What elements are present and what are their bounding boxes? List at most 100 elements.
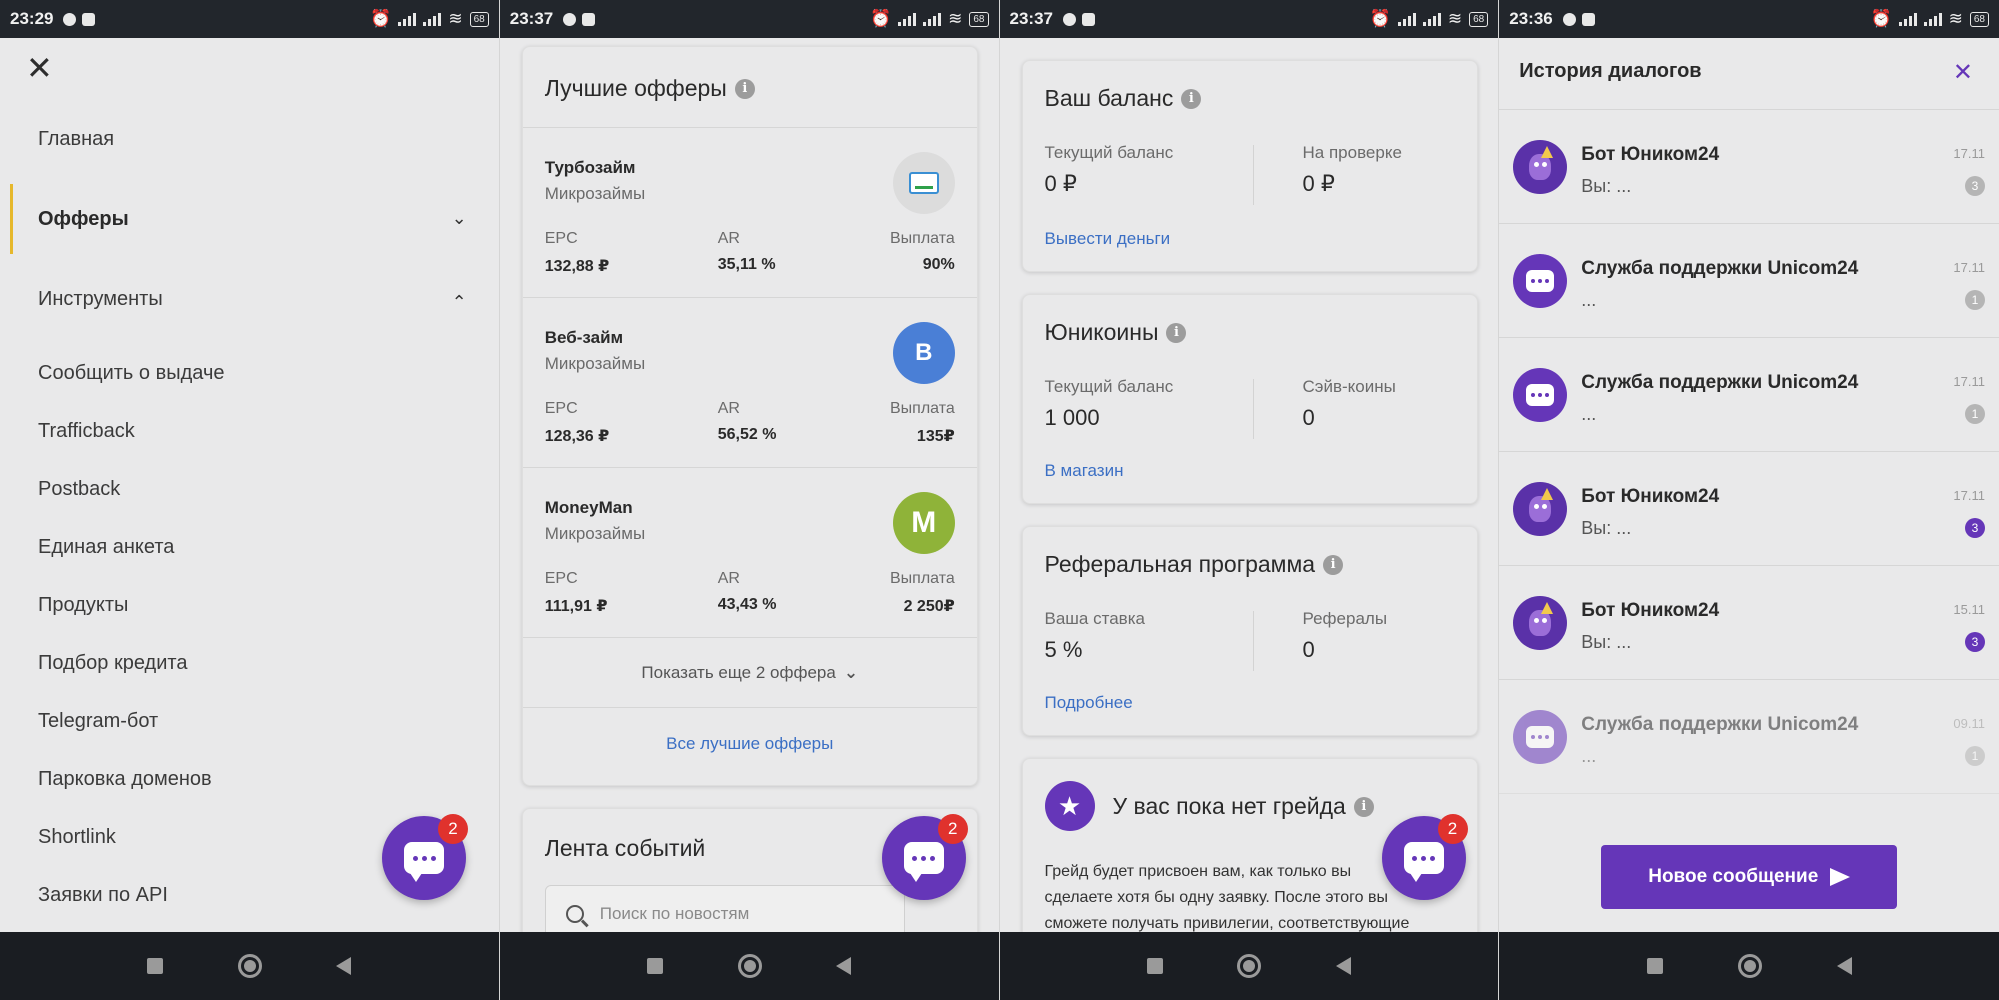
menu-item-form[interactable]: Единая анкета (38, 536, 174, 559)
offer-name: MoneyMan (544, 498, 633, 517)
menu-item-offers[interactable]: Офферы (38, 208, 129, 231)
bot-avatar (1513, 596, 1568, 650)
close-icon[interactable]: ✕ (1953, 58, 1973, 87)
menu-item-home[interactable]: Главная (38, 128, 114, 151)
support-avatar (1513, 368, 1568, 422)
dialog-item[interactable]: Служба поддержки Unicom24 ... 17.11 1 (1499, 338, 1999, 452)
all-offers-link[interactable]: Все лучшие офферы (666, 734, 833, 754)
dialog-item[interactable]: Бот Юником24 Вы: ... 17.11 3 (1499, 452, 1999, 566)
ar-value: 43,43 % (717, 596, 777, 613)
unread-count-badge: 1 (1965, 290, 1985, 310)
dialog-preview: ... (1581, 290, 1597, 310)
unread-count-badge: 3 (1965, 176, 1985, 196)
signal-icon (898, 12, 917, 26)
epc-label: EPC (544, 570, 578, 587)
dialog-item[interactable]: Служба поддержки Unicom24 ... 17.11 1 (1499, 224, 1999, 338)
ar-value: 56,52 % (717, 426, 777, 443)
close-icon[interactable]: ✕ (26, 52, 53, 84)
save-coins-value: 0 (1302, 405, 1315, 430)
dialog-name: Служба поддержки Unicom24 (1581, 258, 1859, 279)
dialog-item[interactable]: Бот Юником24 Вы: ... 15.11 3 (1499, 566, 1999, 680)
ar-label: AR (717, 230, 740, 247)
battery-icon: 68 (1969, 11, 1989, 27)
best-offers-card: Лучшие офферы i Турбозайм Микрозаймы EPC… (521, 46, 978, 786)
menu-item-api[interactable]: Заявки по API (38, 884, 168, 907)
menu-item-domains[interactable]: Парковка доменов (38, 768, 212, 791)
battery-icon: 68 (969, 11, 989, 27)
chat-fab-button[interactable]: 2 (881, 814, 968, 900)
dialog-item[interactable]: Бот Юником24 Вы: ... 17.11 3 (1499, 110, 1999, 224)
active-marker (10, 184, 13, 254)
chat-fab-button[interactable]: 2 (1381, 814, 1468, 900)
chat-icon (1526, 384, 1555, 406)
recent-apps-icon[interactable] (1646, 958, 1663, 974)
signal-icon (1898, 12, 1917, 26)
home-icon[interactable] (1237, 954, 1262, 978)
feed-title: Лента событий (544, 835, 706, 861)
info-icon[interactable]: i (1181, 88, 1202, 109)
support-avatar (1513, 254, 1568, 308)
info-icon[interactable]: i (1323, 554, 1344, 575)
back-icon[interactable] (336, 957, 352, 975)
dialog-date: 15.11 (1953, 602, 1985, 617)
menu-item-trafficback[interactable]: Trafficback (38, 420, 135, 443)
dialog-item[interactable]: Служба поддержки Unicom24 ... 09.11 1 (1499, 680, 1999, 794)
chevron-up-icon[interactable]: ⌃ (452, 292, 467, 313)
payout-value: 90% (922, 256, 955, 273)
back-icon[interactable] (1335, 957, 1351, 975)
history-title: История диалогов (1519, 60, 1702, 82)
status-time: 23:37 (509, 9, 554, 28)
menu-item-postback[interactable]: Postback (38, 478, 120, 501)
current-balance-label: Текущий баланс (1044, 143, 1174, 162)
search-input[interactable]: Поиск по новостям (544, 885, 905, 932)
unread-count-badge: 1 (1965, 404, 1985, 424)
info-icon[interactable]: i (1353, 796, 1374, 817)
support-avatar (1513, 710, 1568, 764)
withdraw-link[interactable]: Вывести деньги (1045, 229, 1171, 249)
chevron-down-icon[interactable]: ⌄ (452, 208, 467, 229)
payout-label: Выплата (889, 400, 955, 417)
unread-count-badge: 1 (1965, 746, 1985, 766)
dialog-preview: Вы: ... (1581, 176, 1632, 196)
rate-label: Ваша ставка (1044, 609, 1145, 628)
home-icon[interactable] (1737, 954, 1762, 978)
menu-item-shortlink[interactable]: Shortlink (38, 826, 116, 849)
back-icon[interactable] (836, 957, 852, 975)
offer-row[interactable]: Турбозайм Микрозаймы EPC AR Выплата 132,… (522, 127, 977, 297)
offer-row[interactable]: MoneyMan Микрозаймы M EPC AR Выплата 111… (522, 467, 977, 637)
menu-item-report[interactable]: Сообщить о выдаче (38, 362, 224, 385)
divider (1252, 145, 1254, 205)
show-more-button[interactable]: Показать еще 2 оффера ⌄ (522, 637, 977, 707)
recent-apps-icon[interactable] (647, 958, 664, 974)
info-icon[interactable]: i (734, 78, 755, 99)
menu-item-telegram[interactable]: Telegram-бот (38, 710, 158, 733)
menu-item-products[interactable]: Продукты (38, 594, 128, 617)
battery-icon: 68 (1469, 11, 1489, 27)
shop-link[interactable]: В магазин (1045, 461, 1124, 481)
recent-apps-icon[interactable] (147, 958, 164, 974)
referral-title: Реферальная программа i (1045, 551, 1344, 578)
wifi-icon: ≋ (1447, 9, 1463, 28)
card-icon (908, 172, 939, 194)
menu-item-tools[interactable]: Инструменты (38, 288, 163, 311)
details-link[interactable]: Подробнее (1045, 693, 1133, 713)
menu-screen: 23:29 ⏰ ≋ 68 ✕ Главная Офферы ⌄ Инструме… (0, 0, 500, 1000)
grade-text-line: сделаете хотя бы одну заявку. После этог… (1044, 889, 1389, 906)
offer-row[interactable]: Веб-займ Микрозаймы B EPC AR Выплата 128… (522, 297, 977, 467)
home-icon[interactable] (237, 954, 262, 978)
menu-item-credit[interactable]: Подбор кредита (38, 652, 187, 675)
home-icon[interactable] (737, 954, 762, 978)
show-more-label: Показать еще 2 оффера (641, 662, 836, 682)
unread-count-badge: 3 (1965, 632, 1985, 652)
dialog-name: Служба поддержки Unicom24 (1581, 714, 1859, 735)
new-message-button[interactable]: Новое сообщение (1601, 845, 1898, 909)
info-icon[interactable]: i (1166, 322, 1187, 343)
recent-apps-icon[interactable] (1146, 958, 1163, 974)
dialog-preview: ... (1581, 404, 1597, 424)
star-icon: ★ (1044, 781, 1095, 831)
divider (1252, 611, 1254, 671)
payout-label: Выплата (889, 570, 955, 587)
back-icon[interactable] (1836, 957, 1852, 975)
chat-fab-button[interactable]: 2 (382, 814, 468, 900)
fab-badge: 2 (937, 814, 968, 844)
